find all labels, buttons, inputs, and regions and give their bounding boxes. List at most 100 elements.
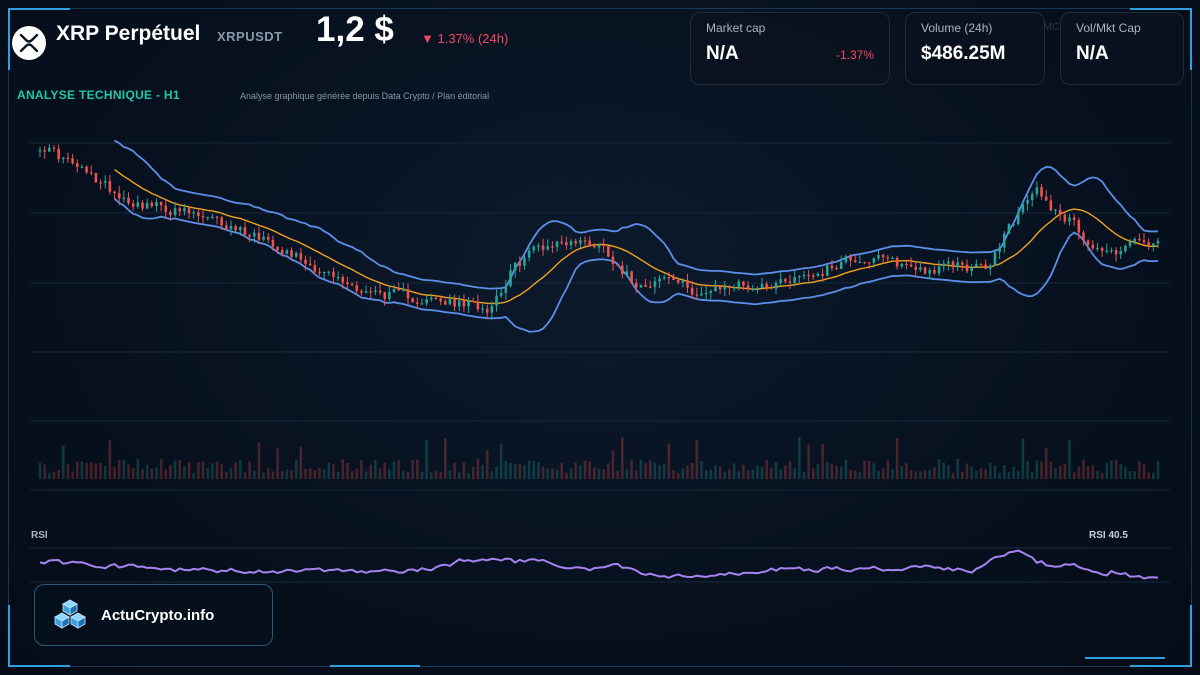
candle-body — [113, 191, 116, 194]
volume-bar — [867, 460, 871, 479]
candle-body — [993, 252, 997, 266]
volume-bar — [75, 461, 79, 479]
volume-bar — [686, 465, 689, 479]
candle-body — [183, 208, 186, 212]
candle-body — [406, 289, 410, 299]
candle-body — [625, 271, 629, 275]
candle-body — [676, 279, 680, 283]
volume-bar — [388, 469, 391, 479]
volume-bar — [430, 472, 433, 479]
candle-body — [774, 282, 778, 289]
volume-bar — [285, 469, 289, 479]
candle-body — [867, 262, 871, 264]
candle-body — [476, 301, 480, 310]
candle-body — [1128, 241, 1132, 246]
candle-body — [294, 253, 298, 257]
volume-bar — [197, 462, 200, 479]
candle-body — [197, 212, 200, 216]
volume-bar — [597, 469, 601, 479]
candle-body — [1040, 187, 1043, 197]
candle-body — [648, 286, 652, 289]
volume-bar — [728, 469, 731, 479]
volume-bar — [229, 468, 233, 479]
volume-bar — [499, 443, 503, 479]
candle-body — [821, 273, 824, 276]
volume-bar — [723, 471, 727, 479]
candle-body — [201, 215, 205, 218]
candle-body — [336, 276, 340, 279]
candle-body — [425, 299, 428, 304]
candle-body — [527, 250, 531, 258]
volume-bar — [164, 469, 168, 479]
candle-body — [919, 267, 922, 270]
volume-bar — [798, 437, 801, 479]
volume-bar — [378, 468, 382, 479]
candle-body — [206, 216, 209, 219]
volume-bar — [504, 461, 508, 479]
candle-body — [765, 283, 768, 288]
volume-bar — [467, 472, 470, 479]
volume-bar — [443, 438, 447, 479]
volume-bar — [117, 459, 121, 479]
candle-body — [75, 163, 79, 167]
candle-body — [579, 240, 582, 244]
volume-bar — [1007, 471, 1011, 479]
volume-bar — [392, 461, 396, 479]
candle-body — [1133, 238, 1136, 242]
volume-bar — [895, 437, 899, 479]
candle-body — [1058, 209, 1062, 215]
candle-body — [411, 298, 414, 303]
volume-bar — [355, 468, 359, 479]
volume-bar — [248, 461, 251, 479]
brand-name: ActuCrypto.info — [101, 606, 215, 624]
volume-bar — [1156, 460, 1160, 479]
candle-body — [667, 277, 671, 279]
candle-body — [1086, 240, 1090, 245]
volume-bar — [928, 470, 932, 479]
candle-body — [630, 271, 633, 284]
volume-bar — [490, 471, 494, 479]
volume-bar — [607, 463, 610, 479]
candle-body — [560, 241, 564, 243]
volume-bar — [704, 469, 708, 479]
candle-body — [1152, 243, 1155, 246]
rsi-label: RSI — [31, 530, 48, 541]
candle-body — [839, 262, 843, 269]
candle-body — [616, 263, 619, 266]
volume-bar — [308, 468, 312, 479]
candle-body — [970, 266, 973, 272]
volume-bar — [648, 460, 652, 479]
candle-body — [141, 202, 144, 209]
volume-bar — [173, 460, 177, 479]
candle-body — [439, 298, 442, 302]
candle-body — [341, 276, 345, 283]
candle-body — [308, 263, 312, 266]
volume-bar — [942, 462, 945, 479]
volume-bar — [825, 461, 829, 479]
candle-body — [164, 205, 168, 212]
volume-bar — [43, 464, 46, 479]
brand-badge[interactable]: ActuCrypto.info — [34, 584, 273, 646]
candle-body — [43, 150, 46, 152]
candle-body — [956, 262, 959, 268]
volume-bar — [551, 468, 554, 479]
volume-bar — [509, 462, 512, 479]
candle-body — [802, 274, 806, 277]
volume-bar — [1026, 460, 1029, 479]
volume-bar — [369, 464, 373, 479]
candle-body — [1072, 217, 1076, 220]
candle-body — [947, 261, 950, 264]
volume-bar — [141, 468, 144, 479]
candle-body — [364, 291, 368, 293]
volume-bar — [1077, 466, 1081, 479]
volume-bar — [215, 461, 219, 479]
candle-body — [523, 257, 526, 266]
volume-bar — [523, 465, 526, 479]
volume-bar — [257, 442, 261, 479]
candle-body — [513, 262, 517, 271]
candle-body — [923, 267, 927, 274]
volume-bar — [611, 450, 615, 479]
volume-bar — [1049, 461, 1053, 479]
volume-bar — [294, 459, 298, 479]
candle-body — [742, 281, 745, 286]
